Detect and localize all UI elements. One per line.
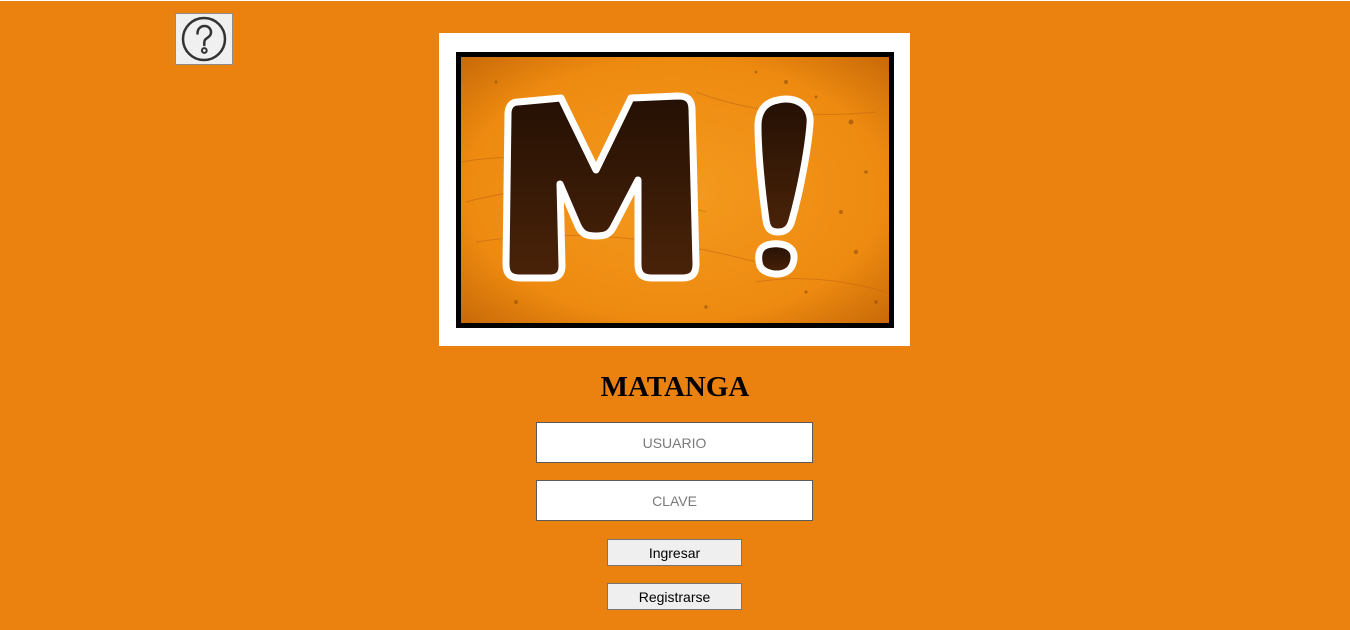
app-title: MATANGA [600, 371, 750, 403]
question-circle-icon [181, 16, 227, 62]
help-button[interactable] [175, 13, 233, 65]
password-input[interactable] [536, 480, 813, 521]
username-input[interactable] [536, 422, 813, 463]
login-button[interactable]: Ingresar [607, 539, 742, 566]
login-page: MATANGA Ingresar Registrarse [0, 1, 1350, 630]
register-button[interactable]: Registrarse [607, 583, 742, 610]
matanga-logo-graphic [460, 57, 889, 323]
logo-border [456, 52, 894, 328]
logo-image [439, 33, 910, 346]
